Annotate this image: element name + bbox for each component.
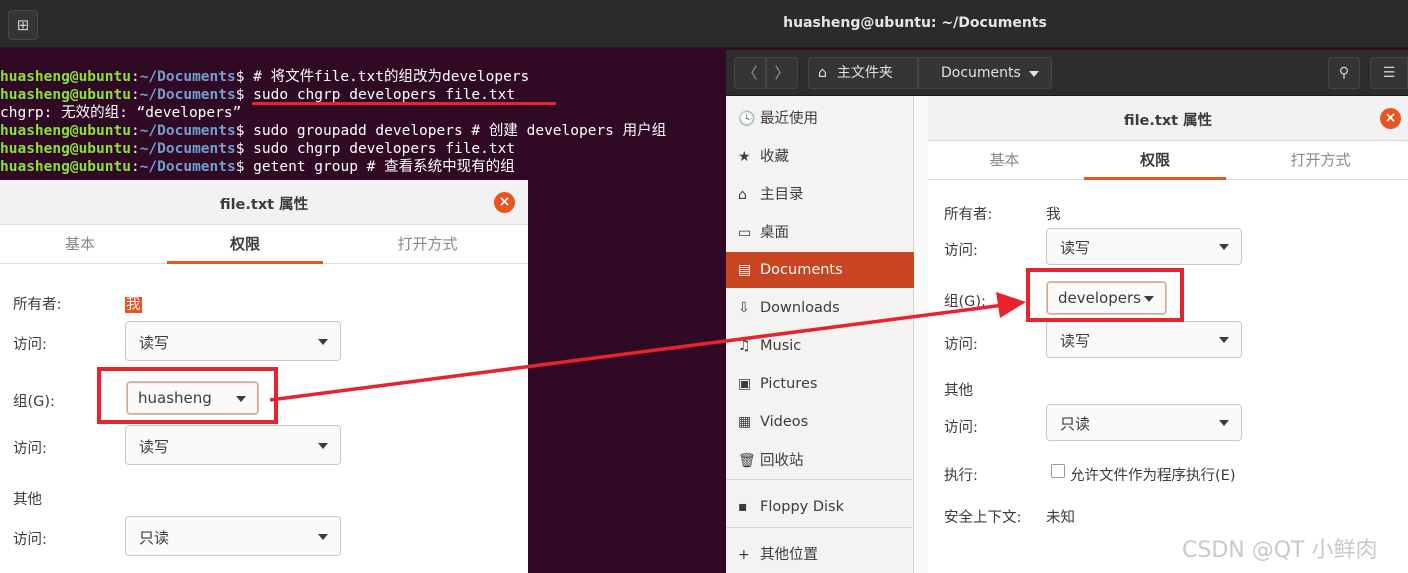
annotation-arrow — [269, 292, 1026, 402]
watermark: CSDN @QT 小鲜肉 — [1182, 538, 1378, 563]
